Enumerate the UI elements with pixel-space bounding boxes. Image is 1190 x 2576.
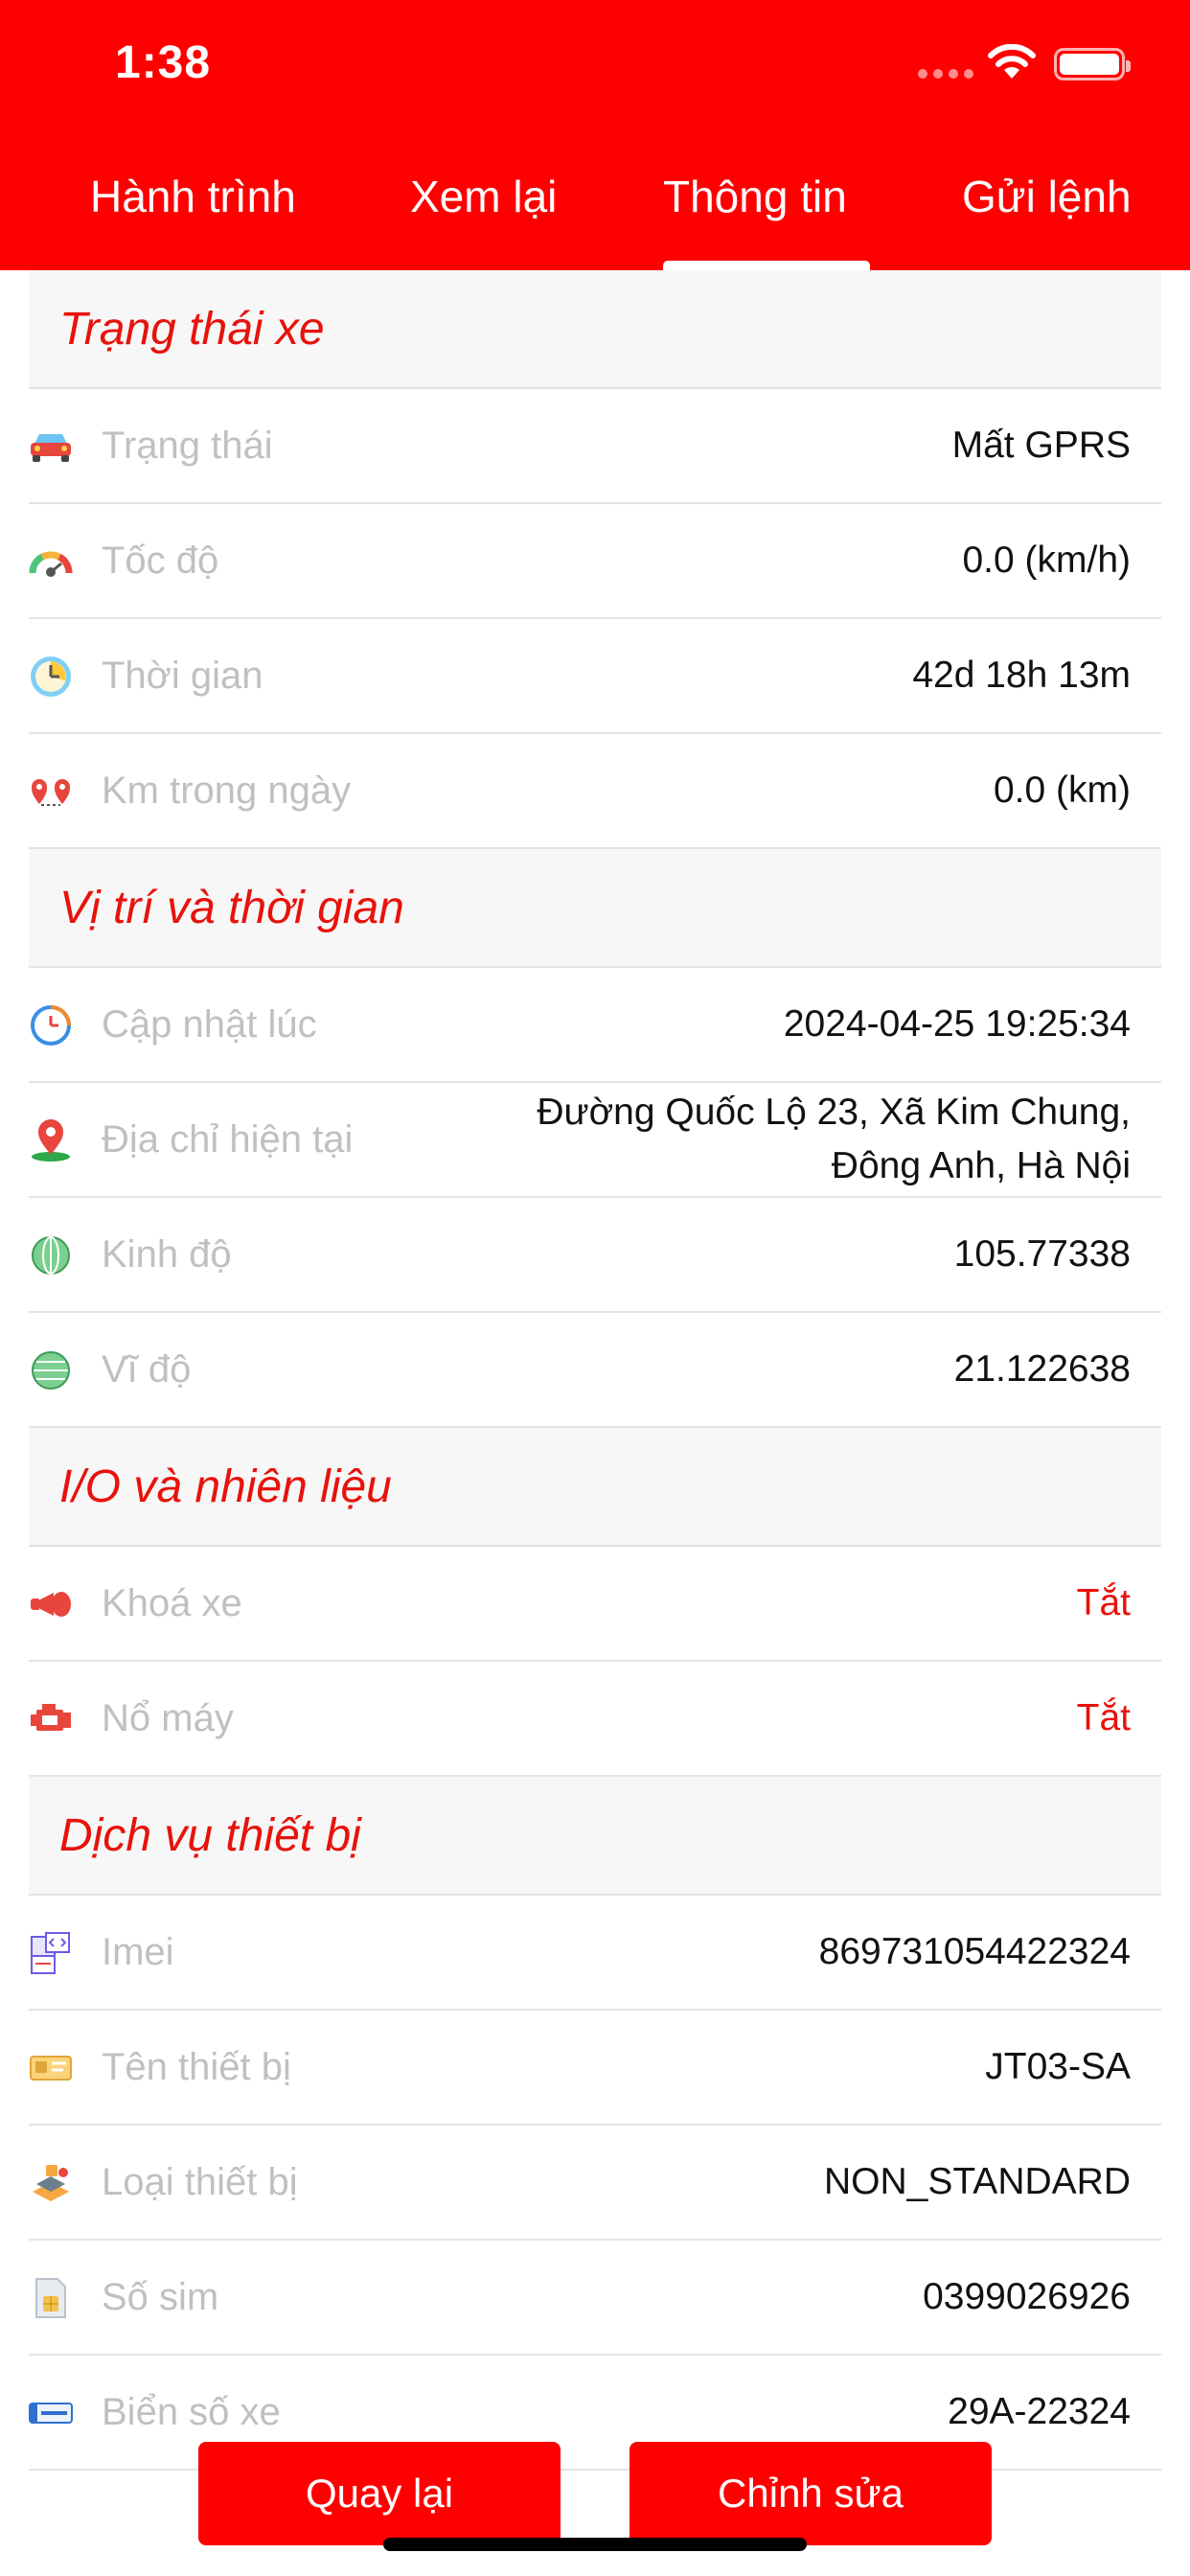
tab-gui-lenh[interactable]: Gửi lệnh [962, 171, 1132, 222]
info-row-daily-km: Km trong ngày 0.0 (km) [29, 734, 1161, 849]
edit-button[interactable]: Chỉnh sửa [629, 2442, 992, 2545]
info-list[interactable]: Trạng thái xe Trạng thái Mất GPRS Tốc độ… [29, 270, 1161, 2471]
update-clock-icon [29, 1004, 73, 1046]
row-value: 105.77338 [953, 1233, 1131, 1275]
clock-icon [29, 656, 73, 698]
section-header-vehicle-status: Trạng thái xe [29, 270, 1161, 389]
longitude-globe-icon [29, 1234, 73, 1276]
battery-icon [1054, 48, 1131, 80]
app-header: 1:38 Hành trình Xem lại Thông tin Gửi lệ… [0, 0, 1190, 270]
location-pin-icon [29, 1119, 73, 1162]
row-value: 21.122638 [953, 1348, 1131, 1390]
info-row-engine: Nổ máy Tắt [29, 1662, 1161, 1777]
cellular-signal-icon [918, 69, 973, 79]
row-value: 29A-22324 [948, 2391, 1131, 2432]
section-title: Dịch vụ thiết bị [59, 1809, 361, 1861]
section-title: Vị trí và thời gian [59, 882, 404, 933]
imei-code-icon [29, 1932, 73, 1974]
row-label: Vĩ độ [102, 1347, 192, 1391]
address-line-1: Đường Quốc Lộ 23, Xã Kim Chung, [537, 1092, 1131, 1133]
row-label: Cập nhật lúc [102, 1002, 317, 1046]
info-row-lock: Khoá xe Tắt [29, 1547, 1161, 1662]
speedometer-icon [29, 540, 73, 583]
row-label: Kinh độ [102, 1232, 232, 1276]
device-type-icon [29, 2162, 73, 2204]
row-label: Biển số xe [102, 2390, 281, 2433]
info-row-latitude: Vĩ độ 21.122638 [29, 1313, 1161, 1428]
wifi-icon [988, 44, 1036, 79]
row-value: JT03-SA [985, 2046, 1131, 2087]
sim-card-icon [29, 2277, 73, 2319]
row-label: Nổ máy [102, 1696, 234, 1739]
row-value: Tắt [1076, 1582, 1131, 1623]
home-indicator[interactable] [383, 2538, 807, 2551]
info-row-longitude: Kinh độ 105.77338 [29, 1198, 1161, 1313]
row-label: Khoá xe [102, 1581, 242, 1624]
route-pins-icon [29, 770, 73, 813]
car-icon [29, 426, 73, 468]
row-label: Km trong ngày [102, 769, 352, 812]
section-title: Trạng thái xe [59, 303, 325, 355]
row-label: Số sim [102, 2275, 219, 2318]
back-button[interactable]: Quay lại [198, 2442, 561, 2545]
tab-hanh-trinh[interactable]: Hành trình [90, 171, 296, 222]
row-value: 42d 18h 13m [912, 655, 1131, 696]
row-label: Tốc độ [102, 539, 219, 582]
device-card-icon [29, 2047, 73, 2089]
horn-lock-icon [29, 1583, 73, 1625]
row-label: Trạng thái [102, 424, 273, 467]
row-value: 0.0 (km) [993, 770, 1131, 811]
section-header-io-fuel: I/O và nhiên liệu [29, 1428, 1161, 1547]
row-value: 0399026926 [923, 2276, 1131, 2317]
section-header-location-time: Vị trí và thời gian [29, 849, 1161, 968]
status-bar-time: 1:38 [115, 37, 212, 88]
row-label: Tên thiết bị [102, 2045, 291, 2088]
info-row-speed: Tốc độ 0.0 (km/h) [29, 504, 1161, 619]
tab-xem-lai[interactable]: Xem lại [410, 171, 557, 222]
row-label: Loại thiết bị [102, 2160, 298, 2203]
license-plate-icon [29, 2392, 73, 2434]
info-row-status: Trạng thái Mất GPRS [29, 389, 1161, 504]
info-row-updated-at: Cập nhật lúc 2024-04-25 19:25:34 [29, 968, 1161, 1083]
engine-icon [29, 1698, 73, 1740]
row-label: Thời gian [102, 654, 263, 697]
row-label: Imei [102, 1930, 174, 1973]
info-row-time: Thời gian 42d 18h 13m [29, 619, 1161, 734]
info-row-device-name: Tên thiết bị JT03-SA [29, 2011, 1161, 2126]
section-header-device-service: Dịch vụ thiết bị [29, 1777, 1161, 1896]
info-row-device-type: Loại thiết bị NON_STANDARD [29, 2126, 1161, 2241]
row-value: 2024-04-25 19:25:34 [783, 1003, 1131, 1045]
row-value: 869731054422324 [818, 1931, 1131, 1972]
info-row-address: Địa chỉ hiện tại Đường Quốc Lộ 23, Xã Ki… [29, 1083, 1161, 1198]
tab-thong-tin[interactable]: Thông tin [663, 171, 847, 222]
row-value: Mất GPRS [951, 425, 1131, 466]
row-value: NON_STANDARD [824, 2161, 1131, 2202]
address-line-2: Đông Anh, Hà Nội [831, 1145, 1131, 1186]
info-row-imei: Imei 869731054422324 [29, 1896, 1161, 2011]
row-value-address: Đường Quốc Lộ 23, Xã Kim Chung, Đông Anh… [537, 1086, 1131, 1193]
tab-bar: Hành trình Xem lại Thông tin Gửi lệnh [0, 161, 1190, 270]
latitude-globe-icon [29, 1349, 73, 1392]
active-tab-indicator [663, 261, 870, 270]
row-value: 0.0 (km/h) [962, 540, 1131, 581]
row-label: Địa chỉ hiện tại [102, 1117, 354, 1161]
section-title: I/O và nhiên liệu [59, 1460, 392, 1512]
info-row-sim: Số sim 0399026926 [29, 2241, 1161, 2356]
row-value: Tắt [1076, 1697, 1131, 1738]
